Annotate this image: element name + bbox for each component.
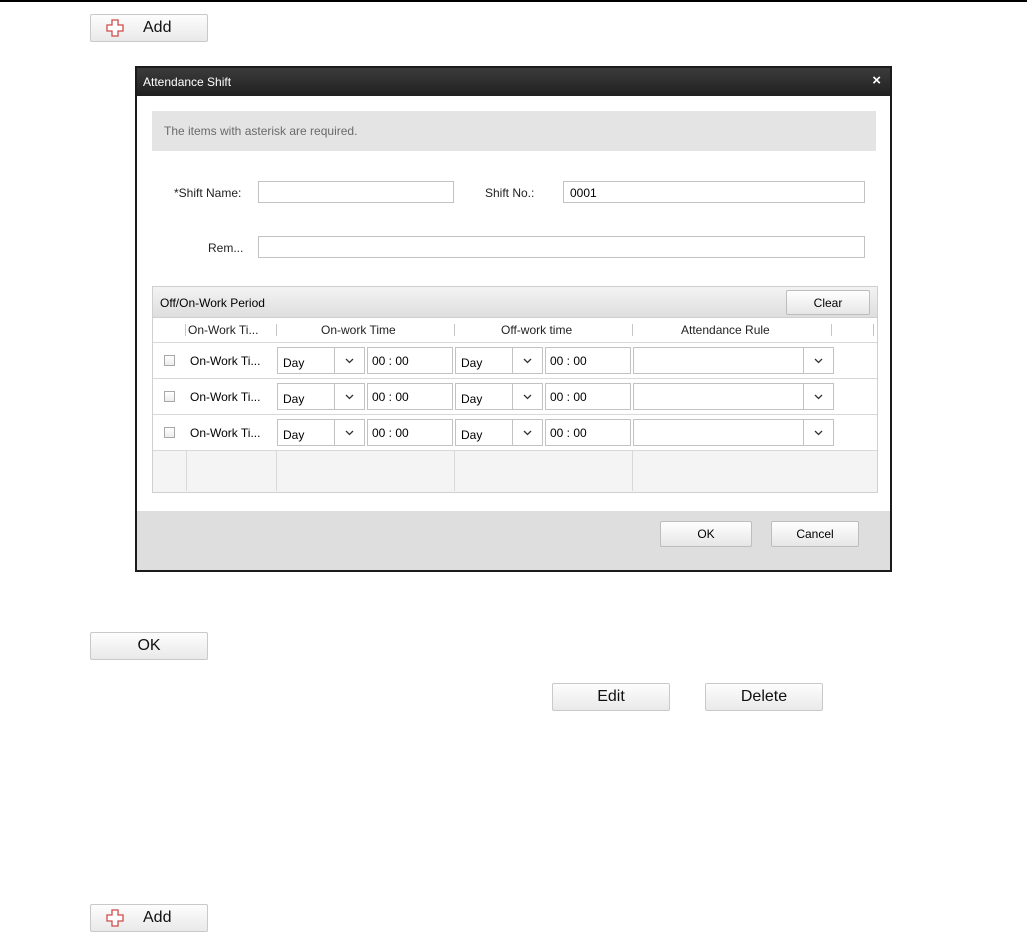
chevron-down-icon — [334, 420, 364, 445]
on-work-day-select[interactable]: Day — [277, 419, 365, 446]
work-period-header: Off/On-Work Period Clear — [153, 287, 877, 318]
chevron-down-icon — [334, 348, 364, 373]
column-divider — [276, 451, 277, 491]
shift-name-input[interactable] — [258, 181, 454, 203]
row-label: On-Work Ti... — [190, 354, 261, 368]
chevron-down-icon — [512, 420, 542, 445]
column-separator — [831, 324, 832, 336]
on-work-day-value: Day — [283, 356, 305, 370]
off-work-day-select[interactable]: Day — [455, 347, 543, 374]
work-period-panel: Off/On-Work Period Clear On-Work Ti... O… — [152, 286, 878, 493]
row-label: On-Work Ti... — [190, 390, 261, 404]
on-work-time-input[interactable]: 00 : 00 — [367, 419, 453, 446]
table-row: On-Work Ti... Day 00 : 00 Day 00 : 00 — [153, 343, 877, 379]
add-button-label: Add — [143, 19, 172, 36]
shift-no-input[interactable]: 0001 — [563, 181, 865, 203]
on-work-day-value: Day — [283, 428, 305, 442]
delete-button[interactable]: Delete — [705, 683, 823, 711]
column-divider — [632, 451, 633, 491]
required-notice: The items with asterisk are required. — [152, 111, 876, 151]
plus-icon — [105, 908, 125, 928]
work-period-title: Off/On-Work Period — [160, 296, 265, 310]
remark-input[interactable] — [258, 236, 865, 258]
on-work-time-input[interactable]: 00 : 00 — [367, 383, 453, 410]
close-icon[interactable]: × — [872, 72, 881, 89]
off-work-day-value: Day — [461, 392, 483, 406]
shift-no-label: Shift No.: — [485, 186, 535, 200]
attendance-rule-select[interactable] — [633, 419, 834, 446]
attendance-shift-dialog: Attendance Shift × The items with asteri… — [135, 66, 892, 572]
column-header-on-work-time: On-work Time — [321, 323, 396, 337]
off-work-time-input[interactable]: 00 : 00 — [545, 347, 631, 374]
chevron-down-icon — [512, 384, 542, 409]
plus-icon — [105, 18, 125, 38]
column-header-attendance-rule: Attendance Rule — [681, 323, 770, 337]
row-checkbox[interactable] — [164, 355, 175, 366]
attendance-rule-select[interactable] — [633, 383, 834, 410]
column-header-off-work-time: Off-work time — [501, 323, 573, 337]
ok-button[interactable]: OK — [90, 632, 208, 660]
dialog-ok-button[interactable]: OK — [660, 521, 752, 547]
shift-name-label: *Shift Name: — [174, 186, 242, 200]
add-button-bottom[interactable]: Add — [90, 904, 208, 932]
add-button[interactable]: Add — [90, 14, 208, 42]
remark-label: Rem... — [208, 241, 244, 255]
table-row: On-Work Ti... Day 00 : 00 Day 00 : 00 — [153, 415, 877, 451]
add-button-label: Add — [143, 909, 172, 926]
column-separator — [276, 324, 277, 336]
off-work-day-value: Day — [461, 428, 483, 442]
column-divider — [454, 451, 455, 491]
dialog-cancel-button[interactable]: Cancel — [771, 521, 859, 547]
on-work-day-select[interactable]: Day — [277, 383, 365, 410]
off-work-day-value: Day — [461, 356, 483, 370]
off-work-day-select[interactable]: Day — [455, 383, 543, 410]
column-header-label: On-Work Ti... — [188, 323, 259, 337]
column-separator — [873, 324, 874, 336]
row-checkbox[interactable] — [164, 391, 175, 402]
dialog-content: The items with asterisk are required. *S… — [137, 96, 890, 511]
column-separator — [454, 324, 455, 336]
row-label: On-Work Ti... — [190, 426, 261, 440]
chevron-down-icon — [803, 348, 833, 373]
top-divider — [0, 0, 1027, 2]
column-divider — [186, 451, 187, 491]
chevron-down-icon — [334, 384, 364, 409]
edit-button[interactable]: Edit — [552, 683, 670, 711]
off-work-time-input[interactable]: 00 : 00 — [545, 383, 631, 410]
chevron-down-icon — [803, 384, 833, 409]
row-checkbox[interactable] — [164, 427, 175, 438]
table-row: On-Work Ti... Day 00 : 00 Day 00 : 00 — [153, 379, 877, 415]
table-header: On-Work Ti... On-work Time Off-work time… — [153, 318, 877, 343]
column-separator — [632, 324, 633, 336]
attendance-rule-select[interactable] — [633, 347, 834, 374]
clear-button[interactable]: Clear — [786, 290, 870, 315]
chevron-down-icon — [803, 420, 833, 445]
dialog-title: Attendance Shift — [143, 75, 232, 89]
on-work-time-input[interactable]: 00 : 00 — [367, 347, 453, 374]
on-work-day-value: Day — [283, 392, 305, 406]
off-work-day-select[interactable]: Day — [455, 419, 543, 446]
dialog-titlebar: Attendance Shift × — [137, 68, 890, 96]
column-separator — [185, 324, 186, 336]
off-work-time-input[interactable]: 00 : 00 — [545, 419, 631, 446]
on-work-day-select[interactable]: Day — [277, 347, 365, 374]
chevron-down-icon — [512, 348, 542, 373]
